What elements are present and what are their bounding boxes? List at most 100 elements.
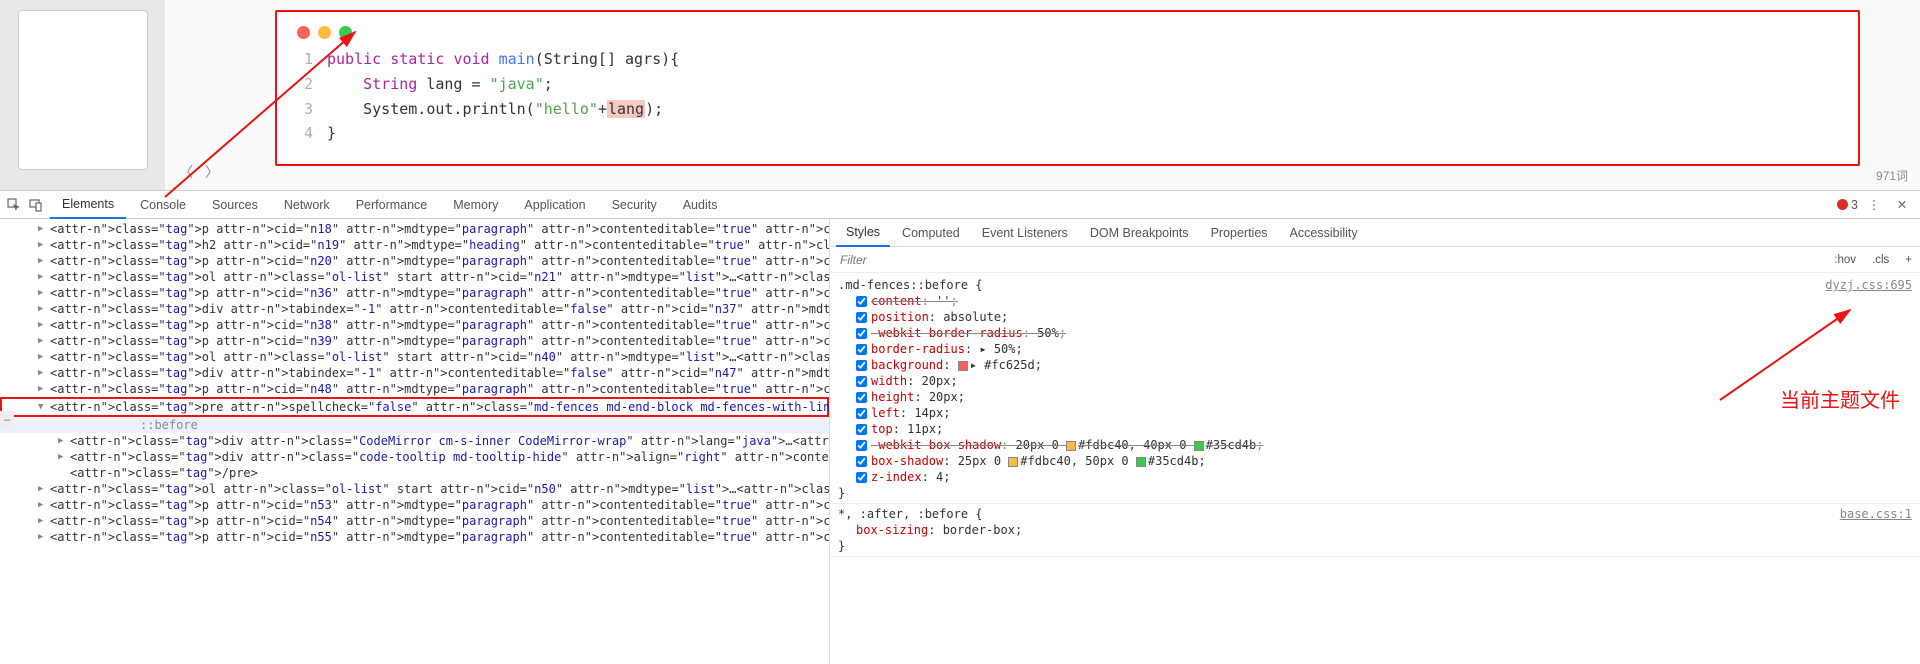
- devtools-tab-memory[interactable]: Memory: [441, 192, 510, 218]
- css-property[interactable]: z-index: 4;: [838, 469, 1912, 485]
- css-property[interactable]: border-radius: ▸ 50%;: [838, 341, 1912, 357]
- code-line[interactable]: 2 String lang = "java";: [297, 72, 1838, 97]
- css-prop-toggle[interactable]: [856, 440, 867, 451]
- css-selector[interactable]: *, :after, :before {: [838, 506, 983, 522]
- css-rule[interactable]: *, :after, :before { base.css:1box-sizing…: [830, 504, 1920, 557]
- error-dot-icon: [1837, 199, 1848, 210]
- devtools-tab-elements[interactable]: Elements: [50, 191, 126, 219]
- css-property[interactable]: height: 20px;: [838, 389, 1912, 405]
- element-node[interactable]: ▶<attr-n">class="tag">ol attr-n">class="…: [0, 349, 829, 365]
- devtools-tab-audits[interactable]: Audits: [671, 192, 730, 218]
- css-property[interactable]: content: '';: [838, 293, 1912, 309]
- devtools-close-icon[interactable]: ✕: [1894, 197, 1910, 213]
- nav-forward-icon[interactable]: 〉: [205, 162, 219, 182]
- hov-toggle[interactable]: :hov: [1826, 254, 1864, 266]
- element-node[interactable]: ▶<attr-n">class="tag">p attr-n">cid="n38…: [0, 317, 829, 333]
- error-badge[interactable]: 3: [1837, 198, 1858, 212]
- element-node[interactable]: ▶<attr-n">class="tag">ol attr-n">class="…: [0, 269, 829, 285]
- css-prop-toggle[interactable]: [856, 456, 867, 467]
- styles-tab-accessibility[interactable]: Accessibility: [1280, 220, 1368, 246]
- traffic-green-icon: [339, 26, 352, 39]
- element-node[interactable]: <attr-n">class="tag">/pre>: [0, 465, 829, 481]
- css-property[interactable]: top: 11px;: [838, 421, 1912, 437]
- css-property[interactable]: box-sizing: border-box;: [838, 522, 1912, 538]
- element-node[interactable]: ▶<attr-n">class="tag">p attr-n">cid="n55…: [0, 529, 829, 545]
- styles-rules[interactable]: 当前主题文件 .md-fences::before {dyzj.css:695c…: [830, 273, 1920, 664]
- css-rule-close: }: [838, 538, 1912, 554]
- element-node[interactable]: ▶<attr-n">class="tag">div attr-n">tabind…: [0, 301, 829, 317]
- devtools-tab-sources[interactable]: Sources: [200, 192, 270, 218]
- css-property[interactable]: position: absolute;: [838, 309, 1912, 325]
- css-prop-toggle[interactable]: [856, 312, 867, 323]
- styles-tab-properties[interactable]: Properties: [1201, 220, 1278, 246]
- element-node[interactable]: ▶<attr-n">class="tag">p attr-n">cid="n48…: [0, 381, 829, 397]
- element-node[interactable]: ▼<attr-n">class="tag">pre attr-n">spellc…: [0, 397, 829, 417]
- css-prop-toggle[interactable]: [856, 296, 867, 307]
- css-property[interactable]: box-shadow: 25px 0 #fdbc40, 50px 0 #35cd…: [838, 453, 1912, 469]
- css-prop-toggle[interactable]: [856, 328, 867, 339]
- css-property[interactable]: left: 14px;: [838, 405, 1912, 421]
- devtools-menu-icon[interactable]: ⋮: [1866, 197, 1882, 213]
- element-node[interactable]: ▶<attr-n">class="tag">h2 attr-n">cid="n1…: [0, 237, 829, 253]
- css-prop-toggle[interactable]: [856, 360, 867, 371]
- gutter-marker: …: [0, 411, 14, 427]
- code-text[interactable]: }: [327, 121, 336, 146]
- css-rule[interactable]: .md-fences::before { dyzj.css:695content:…: [830, 275, 1920, 504]
- nav-back-icon[interactable]: 〈: [179, 162, 193, 182]
- element-node[interactable]: ▶<attr-n">class="tag">div attr-n">class=…: [0, 433, 829, 449]
- line-number: 3: [297, 97, 327, 122]
- css-property[interactable]: -webkit-border-radius: 50%;: [838, 325, 1912, 341]
- css-prop-toggle[interactable]: [856, 472, 867, 483]
- devtools-tab-security[interactable]: Security: [600, 192, 669, 218]
- styles-tab-styles[interactable]: Styles: [836, 219, 890, 247]
- inspect-icon[interactable]: [6, 197, 22, 213]
- css-prop-toggle[interactable]: [856, 424, 867, 435]
- element-node[interactable]: ▶<attr-n">class="tag">p attr-n">cid="n18…: [0, 221, 829, 237]
- editor-main: 〈 〉 1public static void main(String[] ag…: [165, 0, 1920, 190]
- css-prop-toggle[interactable]: [856, 344, 867, 355]
- page-thumbnail[interactable]: [18, 10, 148, 170]
- code-text[interactable]: String lang = "java";: [327, 72, 553, 97]
- element-node[interactable]: ▶<attr-n">class="tag">div attr-n">tabind…: [0, 365, 829, 381]
- code-line[interactable]: 3 System.out.println("hello"+lang);: [297, 97, 1838, 122]
- device-toggle-icon[interactable]: [28, 197, 44, 213]
- traffic-yellow-icon: [318, 26, 331, 39]
- css-prop-toggle[interactable]: [856, 376, 867, 387]
- css-source-link[interactable]: base.css:1: [1840, 506, 1912, 522]
- traffic-lights: [297, 26, 1838, 39]
- css-property[interactable]: -webkit-box-shadow: 20px 0 #fdbc40, 40px…: [838, 437, 1912, 453]
- element-node[interactable]: ▶<attr-n">class="tag">div attr-n">class=…: [0, 449, 829, 465]
- element-node[interactable]: ▶<attr-n">class="tag">ol attr-n">class="…: [0, 481, 829, 497]
- element-node[interactable]: ▶<attr-n">class="tag">p attr-n">cid="n53…: [0, 497, 829, 513]
- element-node[interactable]: ▶<attr-n">class="tag">p attr-n">cid="n36…: [0, 285, 829, 301]
- styles-tab-dom-breakpoints[interactable]: DOM Breakpoints: [1080, 220, 1199, 246]
- element-node[interactable]: ::before: [0, 417, 829, 433]
- devtools-tab-network[interactable]: Network: [272, 192, 342, 218]
- new-rule-button[interactable]: +: [1897, 254, 1920, 266]
- css-rule-close: }: [838, 485, 1912, 501]
- code-text[interactable]: System.out.println("hello"+lang);: [327, 97, 663, 122]
- code-fence[interactable]: 1public static void main(String[] agrs){…: [275, 10, 1860, 166]
- css-source-link[interactable]: dyzj.css:695: [1825, 277, 1912, 293]
- css-selector[interactable]: .md-fences::before {: [838, 277, 983, 293]
- css-prop-toggle[interactable]: [856, 408, 867, 419]
- element-node[interactable]: ▶<attr-n">class="tag">p attr-n">cid="n20…: [0, 253, 829, 269]
- devtools: ElementsConsoleSourcesNetworkPerformance…: [0, 190, 1920, 664]
- code-line[interactable]: 4}: [297, 121, 1838, 146]
- devtools-tab-application[interactable]: Application: [512, 192, 597, 218]
- styles-tab-computed[interactable]: Computed: [892, 220, 970, 246]
- css-property[interactable]: width: 20px;: [838, 373, 1912, 389]
- code-line[interactable]: 1public static void main(String[] agrs){: [297, 47, 1838, 72]
- code-block[interactable]: 1public static void main(String[] agrs){…: [297, 47, 1838, 146]
- element-node[interactable]: ▶<attr-n">class="tag">p attr-n">cid="n39…: [0, 333, 829, 349]
- devtools-tab-console[interactable]: Console: [128, 192, 198, 218]
- element-node[interactable]: ▶<attr-n">class="tag">p attr-n">cid="n54…: [0, 513, 829, 529]
- styles-filter-input[interactable]: [830, 253, 1826, 267]
- cls-toggle[interactable]: .cls: [1864, 254, 1897, 266]
- css-property[interactable]: background: ▸ #fc625d;: [838, 357, 1912, 373]
- styles-tab-event-listeners[interactable]: Event Listeners: [972, 220, 1078, 246]
- css-prop-toggle[interactable]: [856, 392, 867, 403]
- devtools-tab-performance[interactable]: Performance: [344, 192, 440, 218]
- code-text[interactable]: public static void main(String[] agrs){: [327, 47, 679, 72]
- elements-panel[interactable]: … ▶<attr-n">class="tag">p attr-n">cid="n…: [0, 219, 830, 664]
